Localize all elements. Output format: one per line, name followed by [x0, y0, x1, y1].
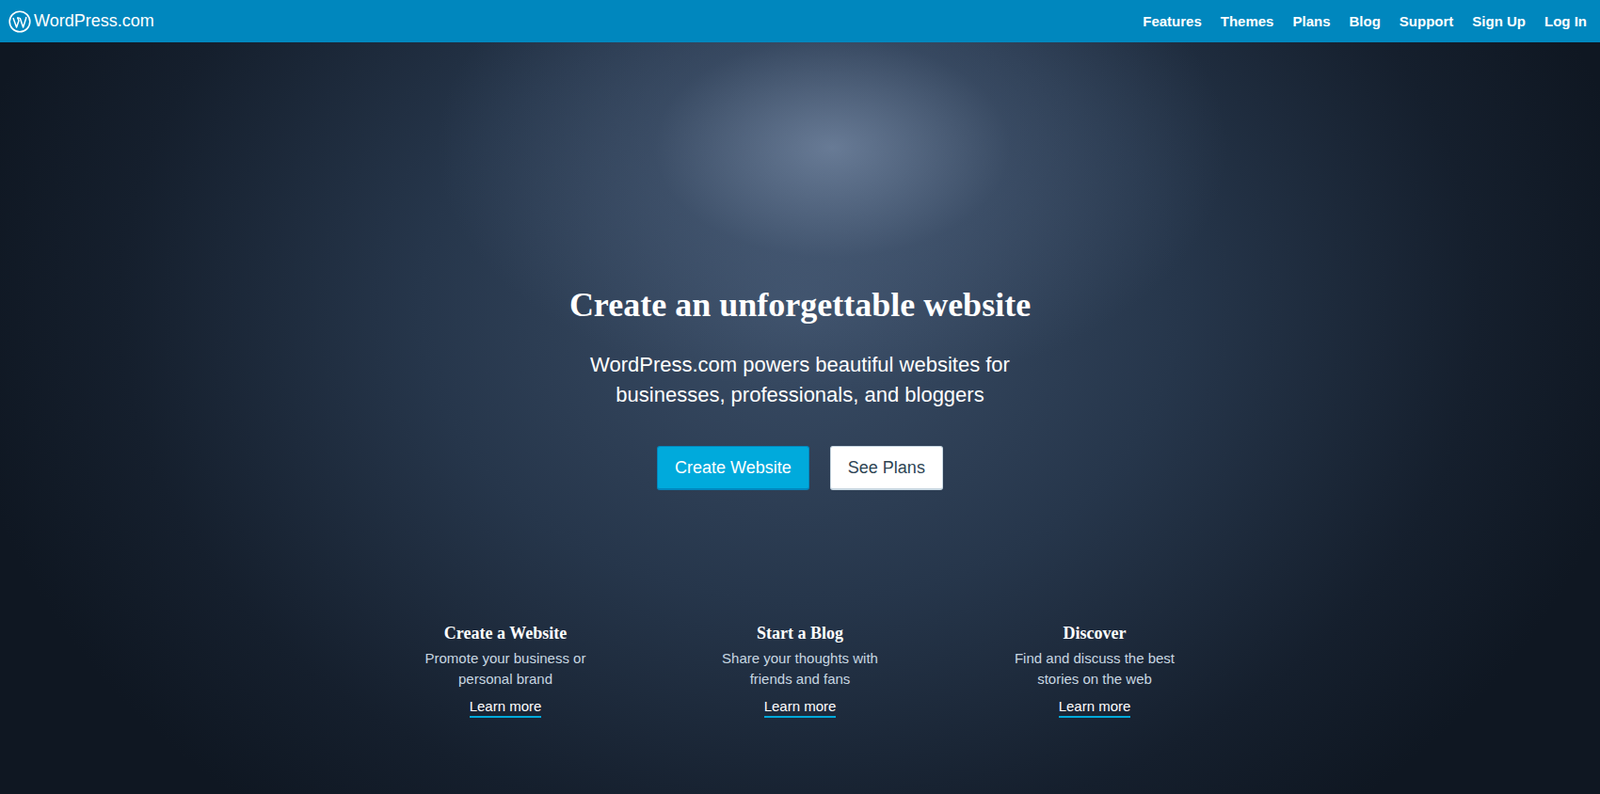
feature-title: Create a Website: [444, 622, 567, 645]
learn-more-link[interactable]: Learn more: [764, 697, 837, 719]
logo[interactable]: WordPress.com: [8, 10, 155, 33]
feature-text: Promote your business or personal brand: [416, 648, 595, 690]
wordpress-logo-icon: [8, 10, 32, 33]
feature-item: Create a Website Promote your business or…: [368, 622, 642, 719]
logo-text: WordPress.com: [33, 11, 155, 32]
feature-title: Start a Blog: [756, 622, 844, 645]
hero-subtitle: WordPress.com powers beautiful websites …: [564, 350, 1036, 411]
nav-link[interactable]: Blog: [1349, 13, 1381, 30]
create-website-button[interactable]: Create Website: [656, 446, 810, 491]
learn-more-link[interactable]: Learn more: [1058, 697, 1132, 719]
top-bar: WordPress.com Features Themes Plans Blog Supp…: [0, 0, 1600, 43]
feature-title: Discover: [1063, 622, 1127, 645]
nav-link[interactable]: Themes: [1220, 13, 1275, 30]
see-plans-button[interactable]: See Plans: [830, 446, 944, 491]
feature-item: Start a Blog Share your thoughts with fri…: [663, 622, 937, 719]
hero-photo: Create an unforgettable website WordPress…: [0, 42, 1600, 794]
feature-list: Create a Website Promote your business or…: [368, 622, 1232, 719]
nav-link[interactable]: Sign Up: [1472, 13, 1526, 30]
feature-text: Share your thoughts with friends and fan…: [710, 648, 890, 690]
page: WordPress.com Features Themes Plans Blog Supp…: [0, 0, 1600, 794]
learn-more-link[interactable]: Learn more: [469, 697, 543, 719]
feature-text: Find and discuss the best stories on the…: [1005, 648, 1184, 690]
nav-link[interactable]: Plans: [1292, 13, 1330, 30]
nav-link[interactable]: Support: [1399, 13, 1455, 30]
feature-item: Discover Find and discuss the best storie…: [958, 622, 1232, 719]
main-nav: Features Themes Plans Blog Support Sign Up Log…: [1142, 13, 1587, 30]
nav-link[interactable]: Log In: [1544, 13, 1587, 30]
nav-link[interactable]: Features: [1142, 13, 1202, 30]
hero-title: Create an unforgettable website: [569, 285, 1031, 326]
hero-buttons: Create Website See Plans: [656, 446, 944, 491]
